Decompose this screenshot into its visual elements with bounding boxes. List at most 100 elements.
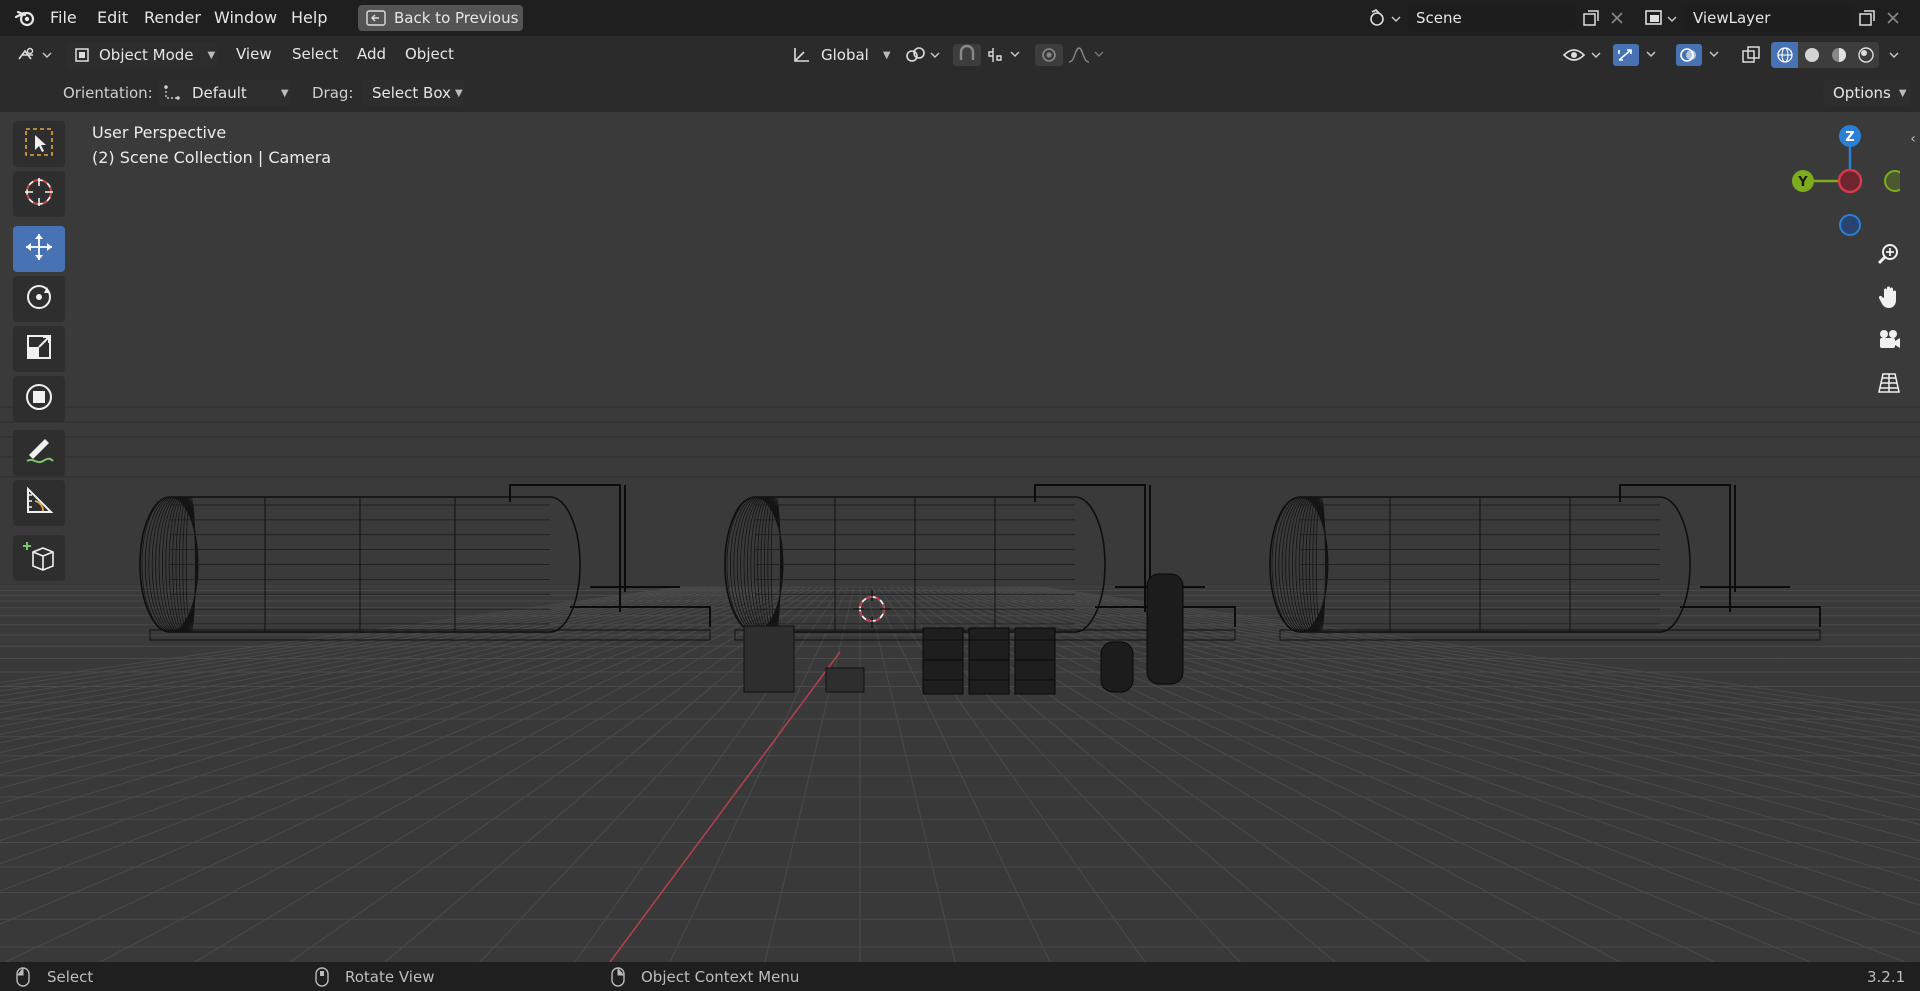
orientation-dropdown[interactable]: Default ▼ xyxy=(158,80,291,106)
header-menu-object[interactable]: Object xyxy=(405,45,454,63)
overlay-icon[interactable] xyxy=(1675,42,1725,68)
status-rotate-view: Rotate View xyxy=(345,968,435,986)
add-cube-tool-icon xyxy=(23,540,55,576)
orientation-value: Default xyxy=(192,84,247,102)
select-box-tool[interactable] xyxy=(13,121,65,167)
chevron-down-icon: ▼ xyxy=(454,87,463,99)
editor-type-icon[interactable] xyxy=(14,42,58,68)
status-select: Select xyxy=(47,968,94,986)
chevron-down-icon: ▼ xyxy=(1898,87,1907,99)
annotate-tool[interactable] xyxy=(13,430,65,476)
status-bar: Select Rotate View Object Context Menu 3… xyxy=(0,962,1920,991)
visibility-icon[interactable] xyxy=(1561,42,1605,68)
camera-view-button[interactable] xyxy=(1871,324,1907,360)
zoom-button[interactable] xyxy=(1871,238,1907,274)
measure-tool[interactable] xyxy=(13,480,65,526)
cursor-tool[interactable] xyxy=(13,171,65,217)
annotate-tool-icon xyxy=(23,435,55,471)
header-menu-add[interactable]: Add xyxy=(357,45,386,63)
navigation-gizmo[interactable]: Z Y xyxy=(1780,120,1900,240)
scale-tool[interactable] xyxy=(13,326,65,372)
grid-icon xyxy=(1876,370,1902,400)
options-dropdown[interactable]: Options ▼ xyxy=(1823,80,1911,106)
back-to-previous-button[interactable]: Back to Previous xyxy=(358,5,523,31)
object-mode-icon xyxy=(74,47,90,63)
menu-file[interactable]: File xyxy=(50,8,77,27)
viewlayer-icon[interactable] xyxy=(1641,5,1681,31)
close-icon[interactable] xyxy=(1604,5,1630,31)
sidebar-toggle-icon[interactable]: ‹ xyxy=(1906,128,1920,150)
chevron-down-icon[interactable] xyxy=(1882,42,1906,68)
xray-icon[interactable] xyxy=(1736,42,1766,68)
scene-icon[interactable] xyxy=(1365,5,1405,31)
tool-settings-bar: Orientation: Default ▼ Drag: Select Box … xyxy=(0,74,1920,112)
menu-render[interactable]: Render xyxy=(144,8,201,27)
measure-tool-icon xyxy=(23,485,55,521)
viewport-canvas[interactable] xyxy=(0,112,1920,962)
orientation-gizmo-icon xyxy=(162,84,182,102)
transform-tool-icon xyxy=(23,381,55,417)
gizmo-neg-z-axis xyxy=(1839,214,1861,236)
zoom-icon xyxy=(1876,241,1902,271)
viewport-header: Object Mode ▼ View Select Add Object Glo… xyxy=(0,36,1920,74)
viewlayer-name-value: ViewLayer xyxy=(1693,9,1771,27)
copy-icon[interactable] xyxy=(1578,5,1604,31)
gizmo-neg-y-axis xyxy=(1884,170,1900,192)
select-box-tool-icon xyxy=(23,126,55,162)
collection-info: (2) Scene Collection | Camera xyxy=(92,148,332,167)
gizmo-z-label: Z xyxy=(1845,130,1854,145)
version-label: 3.2.1 xyxy=(1867,968,1906,986)
scene-name-field[interactable]: Scene xyxy=(1408,5,1576,31)
hand-icon xyxy=(1876,284,1902,314)
drag-label: Drag: xyxy=(312,84,354,102)
mouse-icon xyxy=(611,967,625,991)
transform-icon xyxy=(791,46,811,64)
wireframe-shading-icon[interactable] xyxy=(1771,42,1798,68)
chevron-down-icon: ▼ xyxy=(207,49,216,61)
object-mode-dropdown[interactable]: Object Mode ▼ xyxy=(66,42,218,68)
mouse-icon xyxy=(16,967,30,991)
transform-orientation-dropdown[interactable]: Global ▼ xyxy=(785,42,895,68)
chevron-down-icon: ▼ xyxy=(882,49,891,61)
chevron-down-icon: ▼ xyxy=(280,87,289,99)
object-mode-label: Object Mode xyxy=(99,46,194,64)
menu-edit[interactable]: Edit xyxy=(97,8,128,27)
gizmo-icon[interactable] xyxy=(1612,42,1662,68)
status-context-menu: Object Context Menu xyxy=(641,968,800,986)
view-name: User Perspective xyxy=(92,123,227,142)
copy-icon[interactable] xyxy=(1854,5,1880,31)
mouse-icon xyxy=(315,967,329,991)
move-tool[interactable] xyxy=(13,226,65,272)
viewlayer-name-field[interactable]: ViewLayer xyxy=(1684,5,1852,31)
options-label: Options xyxy=(1833,84,1891,102)
gizmo-y-label: Y xyxy=(1797,175,1808,190)
header-menu-select[interactable]: Select xyxy=(292,45,338,63)
transform-orientation-label: Global xyxy=(821,46,869,64)
back-icon xyxy=(366,10,386,26)
menu-help[interactable]: Help xyxy=(291,8,327,27)
pivot-icon[interactable] xyxy=(902,42,946,68)
move-tool-icon xyxy=(23,231,55,267)
scale-tool-icon xyxy=(23,331,55,367)
transform-tool[interactable] xyxy=(13,376,65,422)
close-icon[interactable] xyxy=(1880,5,1906,31)
rotate-tool[interactable] xyxy=(13,276,65,322)
gizmo-x-axis xyxy=(1837,168,1863,194)
rotate-tool-icon xyxy=(23,281,55,317)
top-bar: File Edit Render Window Help Back to Pre… xyxy=(0,0,1920,36)
material-shading-icon[interactable] xyxy=(1825,42,1852,68)
camera-icon xyxy=(1876,327,1902,357)
proportional-icon[interactable] xyxy=(1034,42,1108,68)
header-menu-view[interactable]: View xyxy=(236,45,272,63)
drag-dropdown[interactable]: Select Box ▼ xyxy=(362,80,464,106)
menu-window[interactable]: Window xyxy=(214,8,277,27)
blender-logo[interactable] xyxy=(12,6,38,30)
solid-shading-icon[interactable] xyxy=(1798,42,1825,68)
cursor-tool-icon xyxy=(23,176,55,212)
pan-button[interactable] xyxy=(1871,281,1907,317)
add-cube-tool[interactable] xyxy=(13,535,65,581)
scene-name-value: Scene xyxy=(1416,9,1462,27)
rendered-shading-icon[interactable] xyxy=(1852,42,1879,68)
toggle-perspective-button[interactable] xyxy=(1871,367,1907,403)
snap-icon[interactable] xyxy=(952,42,1026,68)
